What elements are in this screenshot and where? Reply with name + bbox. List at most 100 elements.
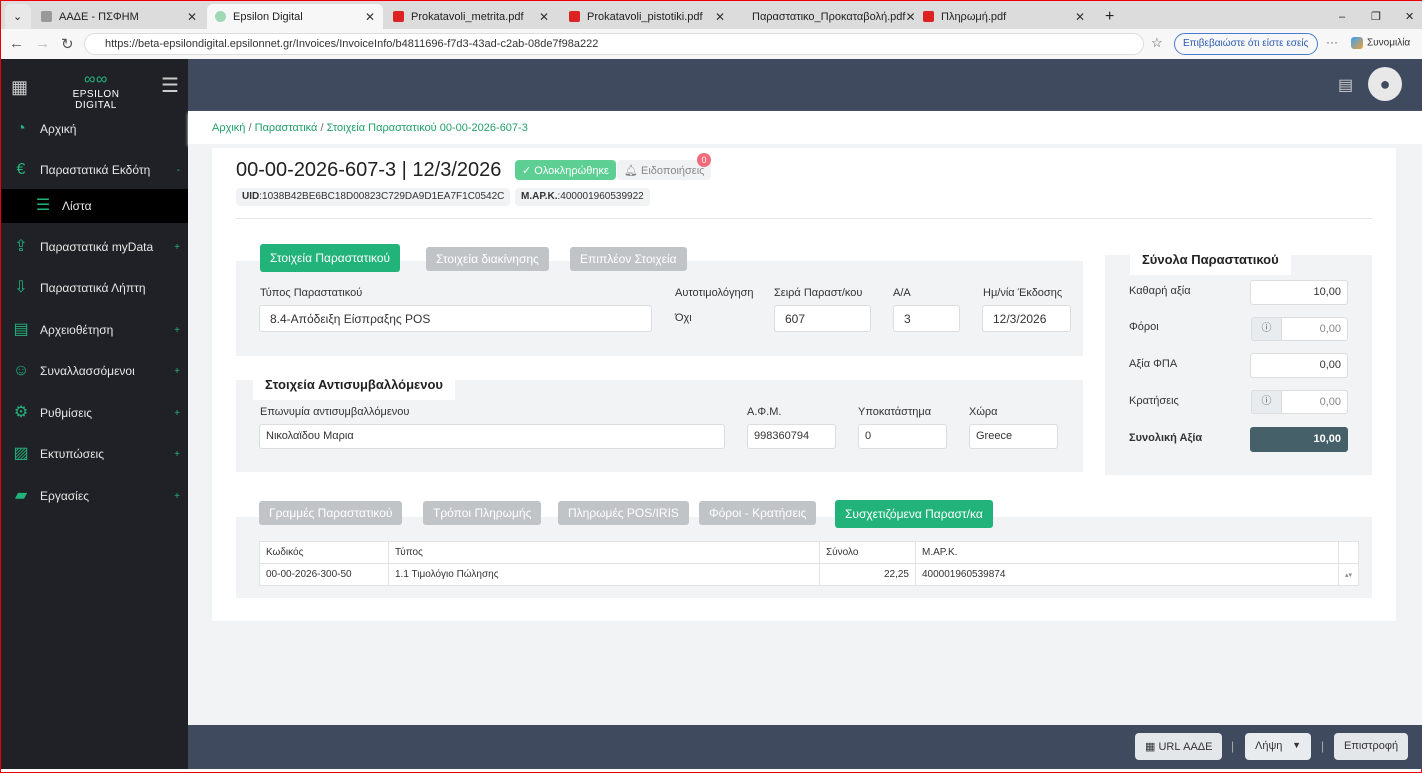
copilot-icon	[1351, 37, 1363, 49]
archive-icon: ▤	[13, 321, 29, 338]
counterparty-name-label: Επωνυμία αντισυμβαλλόμενου	[260, 406, 410, 418]
self-billing-label: Αυτοτιμολόγηση	[675, 287, 754, 299]
notification-count-badge: 0	[697, 153, 711, 167]
avatar[interactable]: ●	[1368, 67, 1402, 101]
new-tab-button[interactable]: +	[1097, 4, 1122, 29]
self-billing-value: Όχι	[675, 312, 692, 324]
total-value-field: 10,00	[1250, 427, 1348, 452]
branch-label: Υποκατάστημα	[858, 406, 932, 418]
folder-icon: ▰	[14, 487, 28, 504]
branch-field[interactable]: 0	[858, 424, 947, 449]
vat-amount-label: Αξία ΦΠΑ	[1129, 358, 1178, 370]
sidebar-item-archive[interactable]: ▤ Αρχειοθέτηση +	[1, 312, 188, 348]
breadcrumb-home[interactable]: Αρχική	[212, 122, 245, 134]
close-icon[interactable]: ✕	[715, 10, 725, 24]
sidebar-item-issuer-invoices[interactable]: € Παραστατικά Εκδότη -	[1, 152, 188, 188]
sidebar-item-prints[interactable]: ▨ Εκτυπώσεις +	[1, 436, 188, 472]
sidebar-item-mydata[interactable]: ⇪ Παραστατικά myData +	[1, 229, 188, 265]
sidebar-item-tasks[interactable]: ▰ Εργασίες +	[1, 478, 188, 514]
tab-invoice-lines[interactable]: Γραμμές Παραστατικού	[259, 501, 403, 525]
number-field[interactable]: 3	[893, 305, 960, 332]
taxes-field[interactable]: 0,00	[1281, 317, 1348, 341]
sidebar-item-home[interactable]: ◔ Αρχική	[1, 111, 188, 147]
vat-amount-field[interactable]: 0,00	[1250, 353, 1348, 378]
withholdings-field[interactable]: 0,00	[1281, 390, 1348, 414]
uid-label: UID	[242, 191, 260, 202]
collapse-toggle: -	[176, 164, 180, 176]
close-icon[interactable]: ✕	[365, 10, 375, 24]
sidebar-item-label: Παραστατικά Εκδότη	[40, 163, 151, 177]
tab-invoice-details[interactable]: Στοιχεία Παραστατικού	[260, 244, 401, 272]
tab-related-invoices[interactable]: Συσχετιζόμενα Παραστ/κα	[835, 500, 993, 528]
url-aade-button[interactable]: ▦ URL ΑΑΔΕ	[1135, 733, 1223, 760]
tab-pos-payments[interactable]: Πληρωμές POS/IRIS	[558, 501, 689, 525]
profile-button[interactable]: Επιβεβαιώστε ότι είστε εσείς	[1174, 33, 1318, 55]
tab-extra-details[interactable]: Επιπλέον Στοιχεία	[570, 247, 687, 271]
url-input[interactable]: https://beta-epsilondigital.epsilonnet.g…	[84, 33, 1144, 55]
browser-tab[interactable]: Παραστατικο_Προκαταβολή.pdf ✕	[737, 4, 916, 29]
favorites-icon[interactable]: ☆	[1151, 35, 1163, 51]
upload-icon: ⇪	[14, 238, 28, 255]
restore-button[interactable]: ❐	[1363, 4, 1389, 29]
tab-label: Πληρωμή.pdf	[941, 10, 1007, 23]
close-icon[interactable]: ✕	[1075, 10, 1085, 24]
column-header: Μ.ΑΡ.Κ.	[915, 541, 1339, 564]
minimize-button[interactable]: –	[1331, 4, 1353, 29]
reload-icon[interactable]: ↻	[61, 35, 74, 53]
info-icon[interactable]: ⓘ	[1251, 390, 1281, 414]
tab-transport-details[interactable]: Στοιχεία διακίνησης	[426, 247, 549, 271]
url-text: https://beta-epsilondigital.epsilonnet.g…	[105, 38, 599, 50]
uid-value: :1038B42BE6BC18D00823C729DA9D1EA7F1C0542…	[259, 191, 505, 202]
tab-label: ΑΑΔΕ - ΠΣΦΗΜ	[59, 10, 139, 23]
close-icon[interactable]: ✕	[539, 10, 549, 24]
counterparty-name-field[interactable]: Νικολαϊδου Μαρια	[259, 424, 725, 449]
scrollbar[interactable]: ▴▾	[1337, 563, 1360, 586]
close-window-button[interactable]: ✕	[1397, 4, 1422, 29]
scrollbar-header	[1337, 541, 1360, 564]
series-field[interactable]: 607	[774, 305, 871, 332]
tab-taxes-withholdings[interactable]: Φόροι - Κρατήσεις	[699, 501, 817, 525]
browser-tab-active[interactable]: Epsilon Digital ✕	[207, 4, 383, 29]
browser-tab[interactable]: Prokatavoli_pistotiki.pdf ✕	[561, 4, 733, 29]
info-icon[interactable]: ⓘ	[1251, 317, 1281, 341]
vat-number-field[interactable]: 998360794	[747, 424, 836, 449]
sidebar-item-list[interactable]: ☰ Λίστα	[1, 189, 188, 223]
issue-date-field[interactable]: 12/3/2026	[982, 305, 1071, 332]
download-label: Λήψη	[1255, 740, 1283, 752]
browser-tab[interactable]: Πληρωμή.pdf ✕	[915, 4, 1093, 29]
list-icon: ☰	[35, 197, 51, 214]
profile-label: Επιβεβαιώστε ότι είστε εσείς	[1183, 38, 1309, 49]
sidebar-item-label: Αρχική	[40, 122, 77, 136]
download-dropdown[interactable]: Λήψη ▼	[1245, 733, 1311, 760]
report-icon[interactable]: ▤	[1338, 75, 1353, 95]
back-button[interactable]: Επιστροφή	[1334, 733, 1409, 760]
column-header: Σύνολο	[819, 541, 916, 564]
sidebar-item-label: Παραστατικά myData	[40, 240, 154, 254]
column-header: Κωδικός	[259, 541, 389, 564]
browser-tab[interactable]: ΑΑΔΕ - ΠΣΦΗΜ ✕	[33, 4, 205, 29]
country-field[interactable]: Greece	[969, 424, 1058, 449]
invoice-type-field[interactable]: 8.4-Απόδειξη Είσπραξης POS	[259, 305, 652, 332]
sidebar-item-recipient-invoices[interactable]: ⇩ Παραστατικά Λήπτη	[1, 270, 188, 306]
sidebar-item-settings[interactable]: ⚙ Ρυθμίσεις +	[1, 395, 188, 431]
hamburger-menu-icon[interactable]: ☰	[161, 73, 179, 98]
back-icon[interactable]: ←	[9, 35, 24, 52]
close-icon[interactable]: ✕	[187, 10, 197, 24]
tab-payment-methods[interactable]: Τρόποι Πληρωμής	[423, 501, 542, 525]
column-header: Τύπος	[388, 541, 820, 564]
forward-icon[interactable]: →	[35, 35, 50, 52]
copilot-button[interactable]: Συνομιλία	[1351, 37, 1410, 49]
close-icon[interactable]: ✕	[905, 10, 915, 24]
net-value-field[interactable]: 10,00	[1250, 280, 1348, 305]
cell-mark: 400001960539874	[915, 563, 1339, 586]
apps-grid-icon[interactable]: ▦	[11, 77, 28, 98]
sidebar-item-label: Εργασίες	[40, 489, 89, 503]
table-row[interactable]: 00-00-2026-300-50 1.1 Τιμολόγιο Πώλησης 22…	[259, 563, 1360, 586]
more-icon[interactable]: ···	[1326, 35, 1338, 49]
tab-list-button[interactable]: ⌄	[5, 4, 31, 29]
sidebar-item-counterparties[interactable]: ☺ Συναλλασσόμενοι +	[1, 353, 188, 389]
browser-tab[interactable]: Prokatavoli_metrita.pdf ✕	[385, 4, 557, 29]
breadcrumb-invoices[interactable]: Παραστατικά	[255, 122, 318, 134]
divider	[236, 218, 1372, 219]
issue-date-label: Ημ/νία Έκδοσης	[983, 287, 1063, 299]
